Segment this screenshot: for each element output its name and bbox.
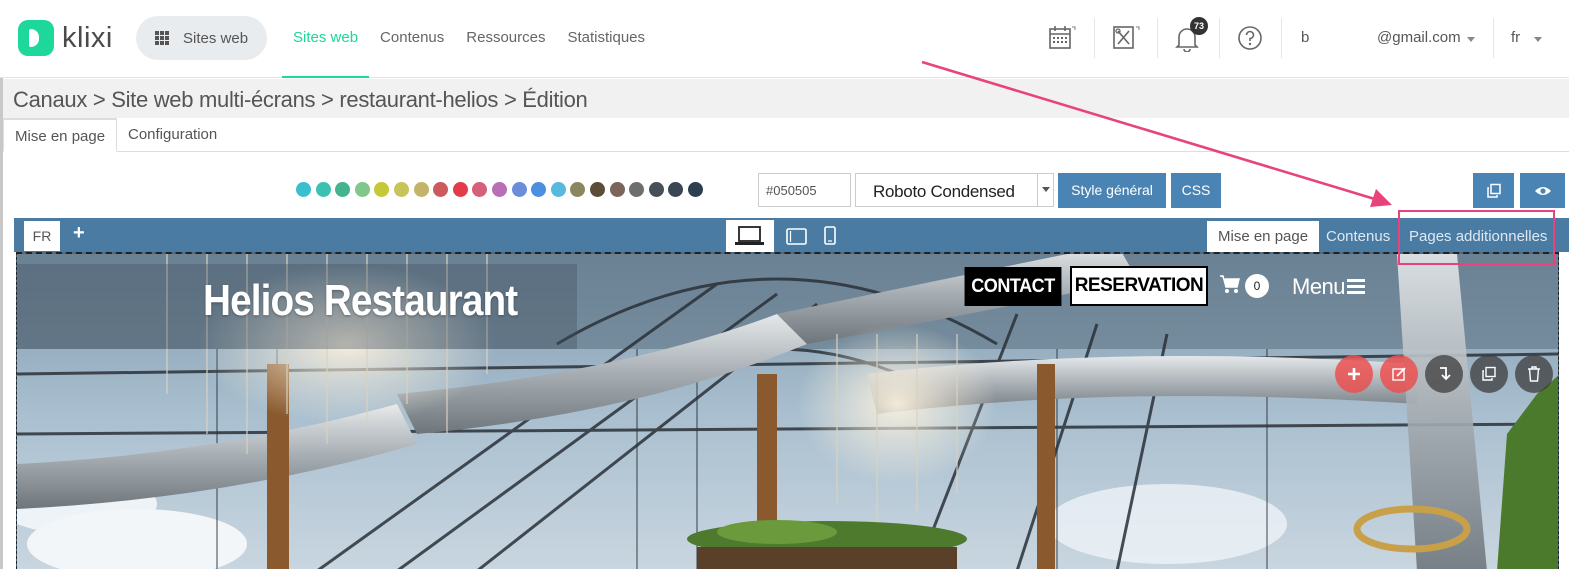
color-swatch[interactable] [570,182,586,197]
site-title[interactable]: Helios Restaurant [203,276,518,326]
tools-icon[interactable] [1112,24,1140,52]
contact-button[interactable]: CONTACT [964,267,1062,306]
color-swatch[interactable] [668,182,684,197]
help-icon[interactable] [1236,24,1264,52]
editor-toolbar: FR + Mise en page Contenus Pages additio… [14,218,1569,252]
copy-icon [1482,366,1496,381]
main-nav: Sites web Contenus Ressources Statistiqu… [282,0,656,78]
apps-grid-icon [155,31,169,45]
color-swatch[interactable] [393,182,409,197]
menu-label[interactable]: Menu [1292,274,1346,300]
separator [1157,18,1158,58]
hamburger-icon[interactable] [1347,279,1365,294]
color-swatch[interactable] [413,182,429,197]
edit-icon [1392,367,1406,381]
edit-block-button[interactable] [1380,355,1418,393]
hex-color-input[interactable]: #050505 [758,173,851,207]
cart-count-badge: 0 [1245,274,1269,298]
separator [1281,18,1282,58]
reservation-button[interactable]: RESERVATION [1070,266,1208,306]
delete-block-button[interactable] [1515,355,1553,393]
color-swatch[interactable] [335,182,351,197]
language-selector[interactable]: fr [1511,29,1520,46]
general-style-button[interactable]: Style général [1058,173,1166,208]
sites-web-button[interactable]: Sites web [136,16,267,60]
sites-web-button-label: Sites web [183,29,249,47]
page-tabs: Mise en page Configuration [3,118,1569,152]
color-swatch[interactable] [648,182,664,197]
desktop-view-button[interactable] [726,220,774,252]
mobile-view-button[interactable] [806,220,854,252]
top-navbar: klixi Sites web Sites web Contenus Resso… [0,0,1569,78]
shopping-cart-icon[interactable] [1219,274,1241,294]
font-family-value: Roboto Condensed [873,182,1015,201]
color-swatch[interactable] [296,182,311,197]
user-email[interactable]: @gmail.com [1377,29,1461,46]
separator [1219,18,1220,58]
color-swatch[interactable] [472,182,488,197]
color-swatch[interactable] [550,182,566,197]
color-swatch[interactable] [511,182,527,197]
user-name[interactable]: b [1301,29,1309,46]
nav-link-contenus[interactable]: Contenus [369,0,455,78]
highlight-box [1398,210,1555,265]
color-swatch[interactable] [433,182,449,197]
color-swatch[interactable] [589,182,605,197]
move-down-icon [1440,367,1451,381]
color-swatch[interactable] [354,182,370,197]
content-language-button[interactable]: FR [24,221,60,251]
color-swatch[interactable] [491,182,507,197]
duplicate-block-button[interactable] [1470,355,1508,393]
plus-icon [1348,368,1360,380]
editor-tab-contenus[interactable]: Contenus [1315,221,1401,252]
user-menu-caret-icon[interactable] [1467,37,1475,42]
copy-button[interactable] [1473,173,1514,208]
chevron-down-icon[interactable] [1037,174,1053,206]
trash-icon [1528,366,1540,382]
tab-configuration[interactable]: Configuration [117,118,228,152]
brand-name: klixi [62,21,113,54]
breadcrumb-bar: Canaux > Site web multi-écrans > restaur… [3,79,1569,118]
tab-mise-en-page[interactable]: Mise en page [3,118,118,152]
nav-link-statistiques[interactable]: Statistiques [556,0,656,78]
add-block-button[interactable] [1335,355,1373,393]
color-swatch[interactable] [531,182,547,197]
klixi-logo[interactable]: klixi [18,18,113,58]
color-swatch[interactable] [315,182,331,197]
color-swatch[interactable] [452,182,468,197]
eye-icon [1534,187,1551,195]
editor-tab-mise-en-page[interactable]: Mise en page [1207,221,1320,252]
laptop-icon [735,226,764,245]
mobile-icon [824,226,836,245]
font-family-select[interactable]: Roboto Condensed [855,173,1054,207]
language-caret-icon[interactable] [1534,37,1542,42]
separator [1493,18,1494,58]
nav-link-sites-web[interactable]: Sites web [282,0,370,78]
preview-button[interactable] [1520,173,1565,208]
nav-link-ressources[interactable]: Ressources [455,0,556,78]
website-preview: Helios Restaurant CONTACT RESERVATION 0 … [16,252,1559,569]
color-swatch[interactable] [687,182,703,197]
breadcrumb: Canaux > Site web multi-écrans > restaur… [13,87,588,112]
calendar-icon[interactable] [1048,24,1076,52]
klixi-logo-icon [18,20,54,56]
move-block-button[interactable] [1425,355,1463,393]
color-swatch[interactable] [629,182,645,197]
color-swatch[interactable] [374,182,390,197]
copy-icon [1486,183,1501,198]
css-button[interactable]: CSS [1171,173,1221,208]
separator [1094,18,1095,58]
add-language-button[interactable]: + [73,222,85,245]
color-palette [296,182,707,197]
notification-count-badge: 73 [1190,17,1208,35]
color-swatch[interactable] [609,182,625,197]
